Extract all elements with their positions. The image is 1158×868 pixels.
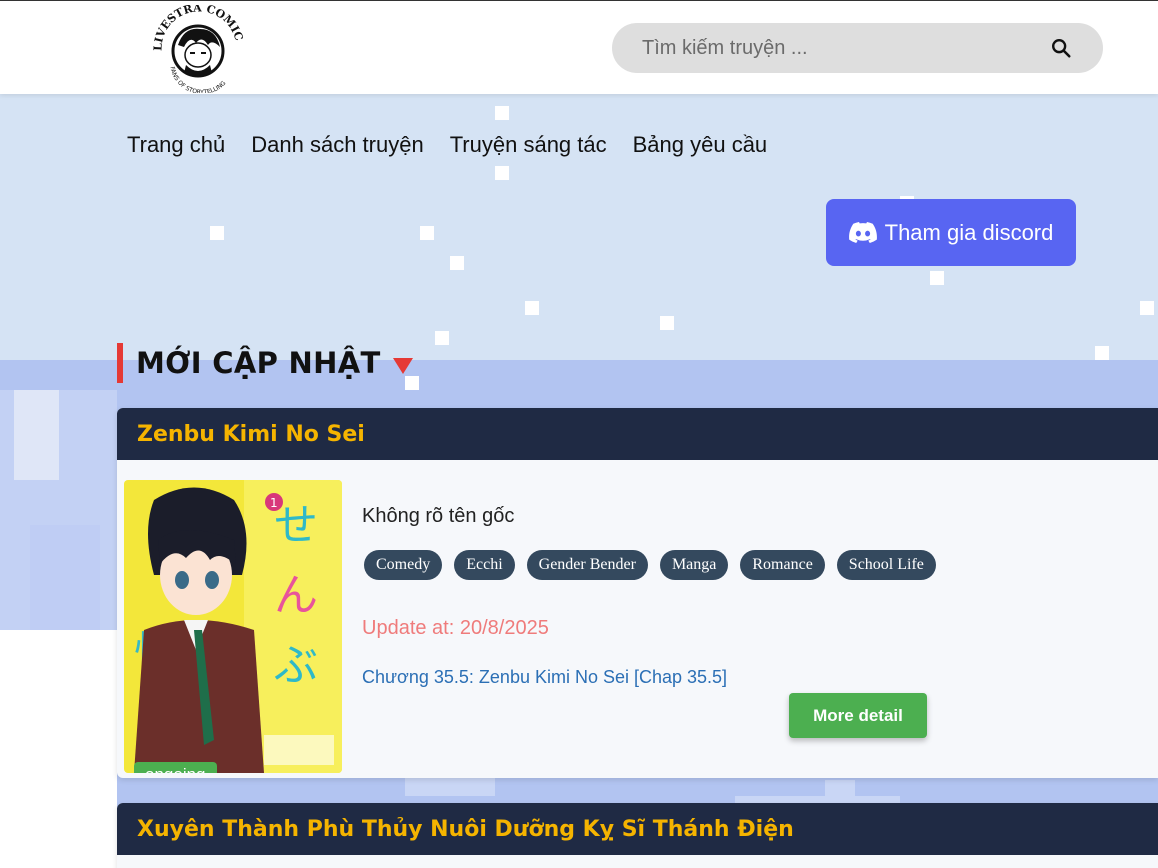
- section-heading: MỚI CẬP NHẬT: [117, 343, 413, 383]
- status-badge: ongoing: [134, 762, 217, 773]
- background-pixel: [405, 778, 495, 796]
- nav-item-story-list[interactable]: Danh sách truyện: [251, 132, 423, 158]
- card-header: Xuyên Thành Phù Thủy Nuôi Dưỡng Kỵ Sĩ Th…: [117, 803, 1158, 855]
- genre-tag[interactable]: School Life: [836, 550, 936, 580]
- genre-tag[interactable]: Ecchi: [454, 550, 515, 580]
- background-pixel: [1140, 301, 1154, 315]
- site-logo[interactable]: LIVESTRA COMICS FANS OF STORYTELLING: [146, 0, 246, 96]
- update-date: Update at: 20/8/2025: [362, 617, 549, 639]
- svg-text:ぶ: ぶ: [274, 640, 318, 691]
- genre-tag[interactable]: Comedy: [364, 550, 443, 580]
- nav-item-home[interactable]: Trang chủ: [127, 132, 225, 158]
- card-title[interactable]: Zenbu Kimi No Sei: [137, 422, 365, 447]
- card-header: Zenbu Kimi No Sei: [117, 408, 1158, 460]
- background-pixel: [495, 166, 509, 180]
- more-detail-button[interactable]: More detail: [789, 693, 927, 738]
- main-nav: Trang chủ Danh sách truyện Truyện sáng t…: [127, 132, 793, 158]
- background-pixel: [420, 226, 434, 240]
- search-icon[interactable]: [1050, 37, 1072, 59]
- caret-down-icon: [392, 358, 413, 374]
- genre-tag[interactable]: Gender Bender: [526, 550, 648, 580]
- card-body: せ ん ぶ 性 1 ongoing Không rõ tên gốc Comed…: [117, 460, 1158, 778]
- genre-tag[interactable]: Manga: [659, 550, 729, 580]
- background-pixel: [660, 316, 674, 330]
- background-pixel: [495, 106, 509, 120]
- background-pixel: [1095, 346, 1109, 360]
- nav-item-request-board[interactable]: Bảng yêu cầu: [633, 132, 768, 158]
- search-input[interactable]: [642, 23, 1032, 73]
- background-pixel: [450, 256, 464, 270]
- nav-item-original-stories[interactable]: Truyện sáng tác: [450, 132, 607, 158]
- background-pixel: [30, 525, 100, 630]
- background-pixel: [14, 390, 59, 480]
- manga-card: Zenbu Kimi No Sei せ ん ぶ 性 1: [117, 408, 1158, 778]
- card-title[interactable]: Xuyên Thành Phù Thủy Nuôi Dưỡng Kỵ Sĩ Th…: [137, 817, 794, 842]
- background-pixel: [435, 331, 449, 345]
- genre-tags: Comedy Ecchi Gender Bender Manga Romance…: [364, 550, 936, 580]
- discord-button-label: Tham gia discord: [884, 219, 1054, 245]
- discord-icon: [848, 221, 877, 243]
- svg-text:1: 1: [270, 496, 278, 510]
- site-header: LIVESTRA COMICS FANS OF STORYTELLING: [0, 0, 1158, 96]
- svg-text:ん: ん: [274, 570, 318, 621]
- discord-button[interactable]: Tham gia discord: [826, 199, 1076, 266]
- latest-chapter-link[interactable]: Chương 35.5: Zenbu Kimi No Sei [Chap 35.…: [362, 667, 727, 688]
- manga-card: Xuyên Thành Phù Thủy Nuôi Dưỡng Kỵ Sĩ Th…: [117, 803, 1158, 868]
- background-pixel: [525, 301, 539, 315]
- background-pixel: [210, 226, 224, 240]
- cover-image[interactable]: せ ん ぶ 性 1 ongoing: [124, 480, 342, 773]
- background-pixel: [930, 271, 944, 285]
- alternate-name: Không rõ tên gốc: [362, 505, 515, 527]
- background-pixel-block: [0, 630, 117, 868]
- search-bar: [612, 23, 1103, 73]
- section-title: MỚI CẬP NHẬT: [136, 346, 381, 380]
- genre-tag[interactable]: Romance: [740, 550, 825, 580]
- background-pixel: [825, 780, 855, 796]
